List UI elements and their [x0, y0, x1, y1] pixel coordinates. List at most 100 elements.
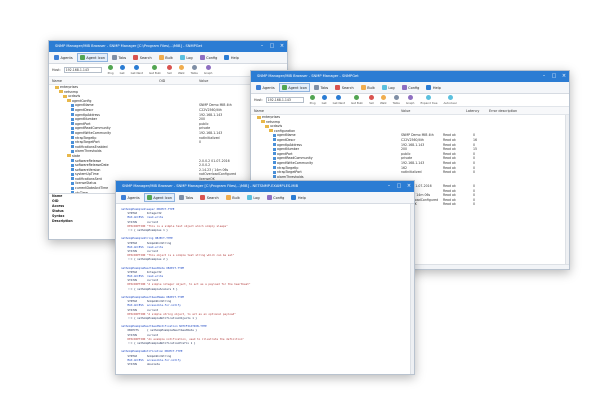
maximize-icon[interactable]: □: [394, 181, 404, 192]
window-titlebar[interactable]: SNMP Manager/MIB Browser - SNMP Manager …: [116, 181, 414, 192]
search-button[interactable]: Search: [197, 193, 222, 202]
search-button[interactable]: Search: [130, 53, 155, 62]
mib-node-icon: [273, 166, 276, 170]
operation-icon: [119, 65, 125, 70]
config-button[interactable]: Config: [197, 53, 221, 62]
bulk-button[interactable]: Bulk: [223, 193, 243, 202]
mib-node-icon: [71, 159, 74, 162]
bulk-icon: [225, 195, 231, 200]
node-name: ucdavis: [68, 94, 81, 99]
op-button-1[interactable]: Get Next: [333, 95, 345, 105]
col-value: Value: [401, 109, 411, 113]
bulk-button[interactable]: Bulk: [358, 83, 378, 92]
op-label: Get: [119, 71, 125, 75]
close-icon[interactable]: ×: [277, 41, 287, 52]
agent-icon-icon: [79, 55, 85, 60]
op-button-0[interactable]: Get: [321, 95, 327, 105]
extra-op-button-1[interactable]: Autoclear: [443, 95, 457, 105]
mib-node-icon: [71, 168, 74, 172]
operation-icon: [321, 95, 327, 100]
op-button-1[interactable]: Get Next: [131, 65, 143, 75]
bulk-icon: [158, 55, 164, 60]
tabs-icon: [313, 85, 319, 90]
log-button[interactable]: Log: [244, 193, 263, 202]
help-button[interactable]: Help: [423, 83, 443, 92]
agents-button[interactable]: Agents: [253, 83, 278, 92]
search-button[interactable]: Search: [332, 83, 357, 92]
tabs-button[interactable]: Tabs: [109, 53, 129, 62]
op-label: Get: [321, 101, 327, 105]
op-button-0[interactable]: Get: [119, 65, 125, 75]
config-icon: [266, 195, 272, 200]
agent-icon-button[interactable]: Agent Icon: [76, 53, 108, 62]
close-icon[interactable]: ×: [559, 71, 569, 82]
op-button-2[interactable]: Get Bulk: [149, 65, 161, 75]
config-button[interactable]: Config: [264, 193, 288, 202]
minimize-icon[interactable]: –: [539, 71, 549, 82]
op-label: Graph: [405, 101, 415, 105]
operation-buttons: Get Get Next Get Bulk Set Walk Table Graph Expa…: [319, 95, 460, 105]
ping-button[interactable]: Ping: [108, 65, 114, 75]
bulk-button[interactable]: Bulk: [156, 53, 176, 62]
node-name: softwareReleaseDate: [75, 163, 109, 168]
agent-icon-button[interactable]: Agent Icon: [278, 83, 310, 92]
node-name: agentDescr: [75, 107, 94, 112]
maximize-icon[interactable]: □: [267, 41, 277, 52]
op-label: Walk: [177, 71, 185, 75]
tabs-button[interactable]: Tabs: [311, 83, 331, 92]
op-label: Walk: [379, 101, 387, 105]
help-button[interactable]: Help: [221, 53, 241, 62]
operation-icon: [152, 65, 158, 70]
config-button[interactable]: Config: [399, 83, 423, 92]
node-name: softwareRelease: [75, 158, 102, 163]
mib-node-icon: [71, 140, 74, 144]
operation-icon: [354, 95, 360, 100]
window-titlebar[interactable]: SNMP Manager/MIB Browser - SNMP Manager …: [251, 71, 569, 82]
minimize-icon[interactable]: –: [257, 41, 267, 52]
help-button[interactable]: Help: [288, 193, 308, 202]
log-button[interactable]: Log: [177, 53, 196, 62]
op-label: Get Bulk: [350, 101, 363, 105]
minimize-icon[interactable]: –: [384, 181, 394, 192]
folder-icon: [63, 94, 67, 98]
operation-icon: [368, 95, 374, 100]
agents-button[interactable]: Agents: [51, 53, 76, 62]
host-input[interactable]: 192.168.1.143: [265, 97, 304, 103]
ping-button[interactable]: Ping: [310, 95, 316, 105]
extra-op-button-0[interactable]: Expand tree: [420, 95, 437, 105]
mib-node-icon: [71, 108, 74, 112]
maximize-icon[interactable]: □: [549, 71, 559, 82]
vertical-scrollbar[interactable]: [410, 204, 414, 374]
mib-source-window: SNMP Manager/MIB Browser - SNMP Manager …: [115, 180, 415, 375]
tabs-icon: [111, 55, 117, 60]
folder-icon: [257, 115, 261, 119]
op-button-5[interactable]: Table: [393, 95, 400, 105]
op-button-4[interactable]: Walk: [178, 65, 185, 75]
node-name: notificationsEnabled: [75, 144, 108, 149]
op-button-4[interactable]: Walk: [380, 95, 387, 105]
search-icon: [133, 55, 139, 60]
help-icon: [224, 55, 230, 60]
operation-icon: [191, 65, 197, 70]
mib-node-icon: [71, 181, 74, 185]
tabs-button[interactable]: Tabs: [176, 193, 196, 202]
op-button-5[interactable]: Table: [191, 65, 198, 75]
log-button[interactable]: Log: [379, 83, 398, 92]
agents-button[interactable]: Agents: [118, 193, 143, 202]
window-titlebar[interactable]: SNMP Manager/MIB Browser - SNMP Manager …: [49, 41, 287, 52]
close-icon[interactable]: ×: [404, 181, 414, 192]
vertical-scrollbar[interactable]: [565, 115, 569, 264]
op-button-3[interactable]: Set: [166, 65, 172, 75]
op-button-6[interactable]: Graph: [405, 95, 415, 105]
op-button-2[interactable]: Get Bulk: [351, 95, 363, 105]
node-name: licenseStatus: [75, 181, 97, 186]
operation-icon: [178, 65, 184, 70]
op-button-3[interactable]: Set: [368, 95, 374, 105]
op-button-6[interactable]: Graph: [204, 65, 212, 75]
agents-icon: [54, 55, 59, 60]
mib-source-editor[interactable]: netSnmpExampleSleeper OBJECT-TYPE SYNTAX…: [116, 204, 414, 371]
host-input[interactable]: 192.168.1.143: [63, 67, 102, 73]
node-name: agentReadCommunity: [75, 126, 111, 131]
ping-icon: [108, 65, 114, 70]
agent-icon-button[interactable]: Agent Icon: [143, 193, 175, 202]
